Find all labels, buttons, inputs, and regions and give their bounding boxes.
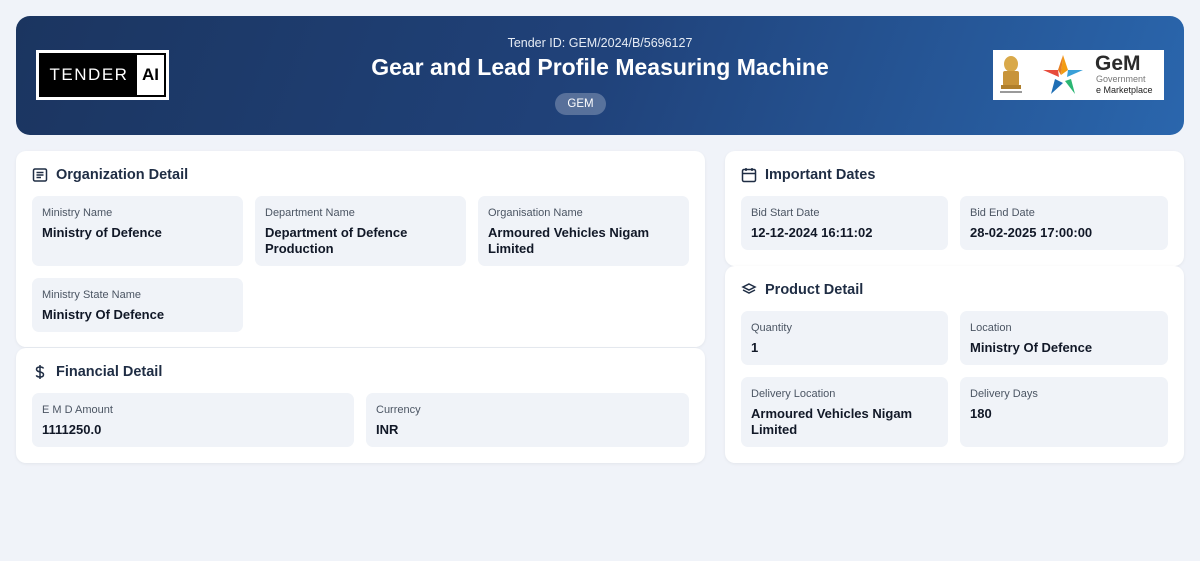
field-label: Bid Start Date	[751, 207, 820, 219]
organization-detail-heading: Organization Detail	[32, 167, 188, 183]
field-value: Armoured Vehicles Nigam Limited	[488, 225, 650, 256]
calendar-icon	[741, 168, 757, 183]
logo-text-ai: AI	[137, 55, 164, 95]
field-value: Department of Defence Production	[265, 225, 408, 256]
field-delivery-days: Delivery Days 180	[960, 377, 1168, 447]
gem-star-icon	[1043, 55, 1083, 94]
field-value: 12-12-2024 16:11:02	[751, 225, 873, 240]
layers-icon	[741, 283, 757, 294]
product-detail-card: Product Detail Quantity 1 Location Minis…	[725, 266, 1184, 463]
field-ministry-state-name: Ministry State Name Ministry Of Defence	[32, 278, 243, 332]
field-value: 1	[751, 340, 759, 355]
field-label: Department Name	[265, 207, 355, 219]
source-badge: GEM	[555, 93, 606, 115]
field-location: Location Ministry Of Defence	[960, 311, 1168, 365]
gem-logo-line2: e Marketplace	[1096, 85, 1153, 95]
field-value: 28-02-2025 17:00:00	[970, 225, 1093, 240]
product-detail-heading: Product Detail	[741, 282, 863, 298]
dollar-icon	[35, 365, 45, 379]
field-value: INR	[376, 422, 399, 437]
product-detail-title: Product Detail	[765, 282, 864, 298]
national-emblem-icon	[1000, 56, 1022, 93]
financial-detail-title: Financial Detail	[56, 364, 163, 380]
field-department-name: Department Name Department of Defence Pr…	[255, 196, 466, 266]
field-label: Delivery Location	[751, 388, 836, 400]
tender-header: TENDER AI Tender ID: GEM/2024/B/5696127 …	[16, 16, 1184, 135]
logo-text-tender: TENDER	[41, 55, 137, 95]
field-value: 1111250.0	[42, 422, 102, 437]
important-dates-card: Important Dates Bid Start Date 12-12-202…	[725, 151, 1184, 266]
page-title: Gear and Lead Profile Measuring Machine	[371, 54, 829, 80]
tender-ai-logo: TENDER AI	[36, 50, 169, 100]
financial-detail-heading: Financial Detail	[32, 364, 162, 380]
tender-id: Tender ID: GEM/2024/B/5696127	[507, 36, 693, 50]
field-label: Ministry Name	[42, 207, 113, 219]
field-label: Delivery Days	[970, 388, 1038, 400]
document-list-icon	[32, 168, 48, 182]
organization-detail-card: Organization Detail Ministry Name Minist…	[16, 151, 705, 347]
important-dates-heading: Important Dates	[741, 167, 875, 183]
gem-logo: GeM Government e Marketplace	[993, 50, 1164, 100]
field-delivery-location: Delivery Location Armoured Vehicles Niga…	[741, 377, 948, 447]
important-dates-title: Important Dates	[765, 167, 876, 183]
field-quantity: Quantity 1	[741, 311, 948, 365]
field-emd-amount: E M D Amount 1111250.0	[32, 393, 354, 447]
field-label: E M D Amount	[42, 404, 113, 416]
field-currency: Currency INR	[366, 393, 689, 447]
field-label: Currency	[376, 404, 421, 416]
field-label: Ministry State Name	[42, 289, 142, 301]
field-bid-end-date: Bid End Date 28-02-2025 17:00:00	[960, 196, 1168, 250]
financial-detail-card: Financial Detail E M D Amount 1111250.0 …	[16, 348, 705, 463]
field-label: Quantity	[751, 322, 792, 334]
field-bid-start-date: Bid Start Date 12-12-2024 16:11:02	[741, 196, 948, 250]
gem-logo-name: GeM	[1095, 52, 1141, 75]
field-ministry-name: Ministry Name Ministry of Defence	[32, 196, 243, 266]
field-organisation-name: Organisation Name Armoured Vehicles Niga…	[478, 196, 689, 266]
field-value: Ministry Of Defence	[42, 307, 165, 322]
organization-detail-title: Organization Detail	[56, 167, 189, 183]
gem-logo-line1: Government	[1096, 74, 1146, 84]
field-label: Location	[970, 322, 1012, 334]
field-label: Bid End Date	[970, 207, 1035, 219]
field-value: Ministry of Defence	[42, 225, 162, 240]
field-value: 180	[970, 406, 992, 421]
field-label: Organisation Name	[488, 207, 583, 219]
field-value: Armoured Vehicles Nigam Limited	[751, 406, 913, 437]
field-value: Ministry Of Defence	[970, 340, 1093, 355]
